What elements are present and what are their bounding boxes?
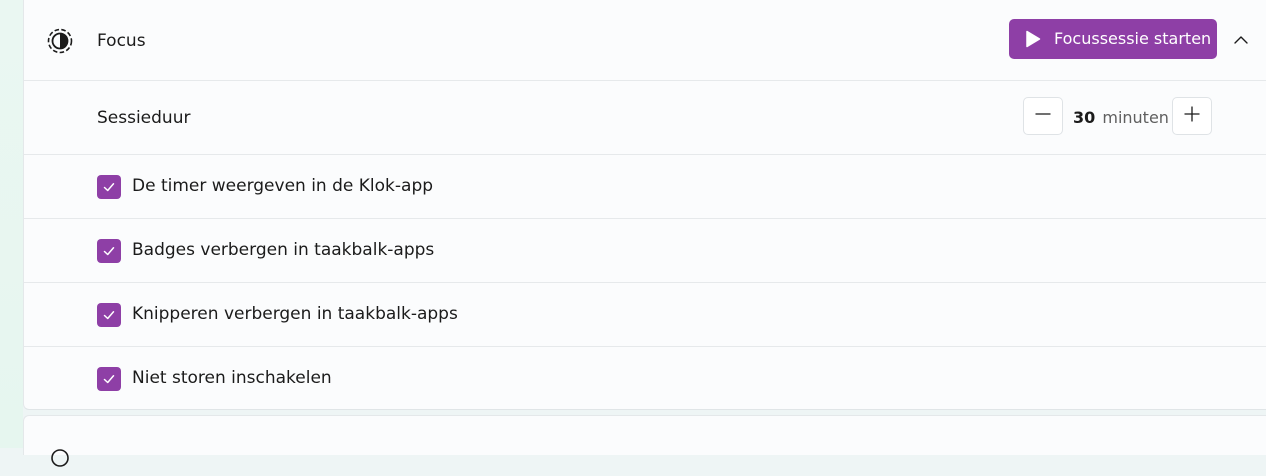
duration-number: 30	[1073, 108, 1096, 127]
focus-title: Focus	[97, 31, 146, 51]
checkbox-hide-badges[interactable]	[97, 239, 121, 263]
left-background-strip	[0, 0, 23, 448]
option-label-hide-flashing: Knipperen verbergen in taakbalk-apps	[132, 304, 458, 324]
focus-settings-card: Focus Focussessie starten Sessieduur 30 …	[23, 0, 1266, 410]
option-row-hide-badges[interactable]: Badges verbergen in taakbalk-apps	[24, 219, 1266, 283]
decrease-duration-button[interactable]	[1023, 97, 1063, 135]
start-focus-session-label: Focussessie starten	[1054, 29, 1212, 48]
play-icon	[1025, 30, 1041, 48]
plus-icon	[1183, 105, 1201, 127]
option-row-clock-timer[interactable]: De timer weergeven in de Klok-app	[24, 155, 1266, 219]
option-label-hide-badges: Badges verbergen in taakbalk-apps	[132, 240, 435, 260]
session-duration-value: 30 minuten	[1073, 107, 1169, 129]
checkmark-icon	[103, 183, 115, 192]
option-row-do-not-disturb[interactable]: Niet storen inschakelen	[24, 347, 1266, 411]
option-label-do-not-disturb: Niet storen inschakelen	[132, 368, 332, 388]
increase-duration-button[interactable]	[1172, 97, 1212, 135]
start-focus-session-button[interactable]: Focussessie starten	[1009, 19, 1217, 59]
settings-item-icon	[46, 444, 74, 472]
focus-timer-icon	[46, 27, 74, 55]
checkbox-clock-timer[interactable]	[97, 175, 121, 199]
checkmark-icon	[103, 311, 115, 320]
checkmark-icon	[103, 247, 115, 256]
session-duration-row: Sessieduur 30 minuten	[24, 81, 1266, 155]
checkbox-hide-flashing[interactable]	[97, 303, 121, 327]
option-label-clock-timer: De timer weergeven in de Klok-app	[132, 176, 434, 196]
focus-header-row[interactable]: Focus Focussessie starten	[24, 0, 1266, 81]
checkmark-icon	[103, 375, 115, 384]
checkbox-do-not-disturb[interactable]	[97, 367, 121, 391]
minus-icon	[1034, 105, 1052, 127]
session-duration-label: Sessieduur	[97, 108, 191, 128]
option-row-hide-flashing[interactable]: Knipperen verbergen in taakbalk-apps	[24, 283, 1266, 347]
next-settings-card[interactable]	[23, 415, 1266, 467]
duration-unit: minuten	[1102, 108, 1169, 127]
chevron-up-icon[interactable]	[1229, 28, 1253, 52]
